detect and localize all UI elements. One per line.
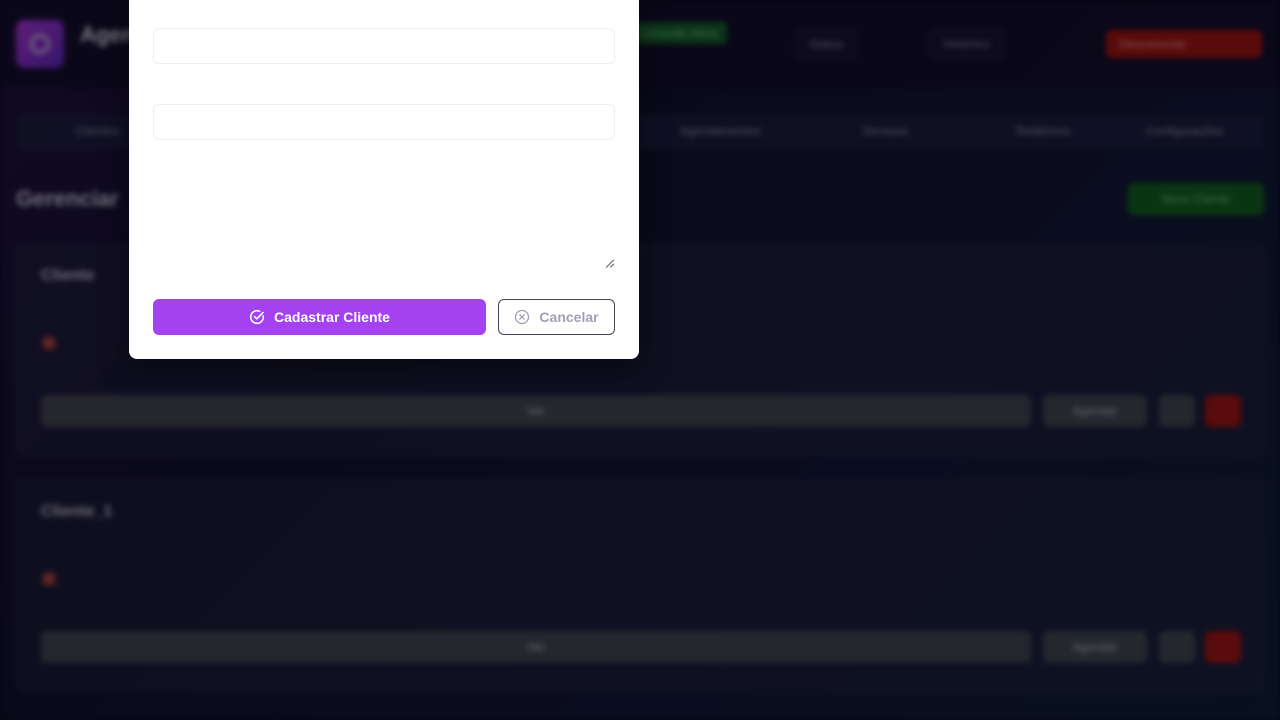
resize-grip-icon[interactable] — [605, 259, 614, 268]
new-client-modal: Cadastrar Cliente Cancelar — [129, 0, 639, 359]
client-field-2[interactable] — [153, 104, 615, 140]
client-field-1[interactable] — [153, 28, 615, 64]
register-client-label: Cadastrar Cliente — [274, 309, 390, 325]
check-circle-icon — [249, 309, 265, 325]
cancel-label: Cancelar — [539, 309, 599, 325]
close-circle-icon — [514, 309, 530, 325]
register-client-button[interactable]: Cadastrar Cliente — [153, 299, 486, 335]
notes-textarea[interactable] — [153, 162, 615, 268]
cancel-button[interactable]: Cancelar — [498, 299, 615, 335]
